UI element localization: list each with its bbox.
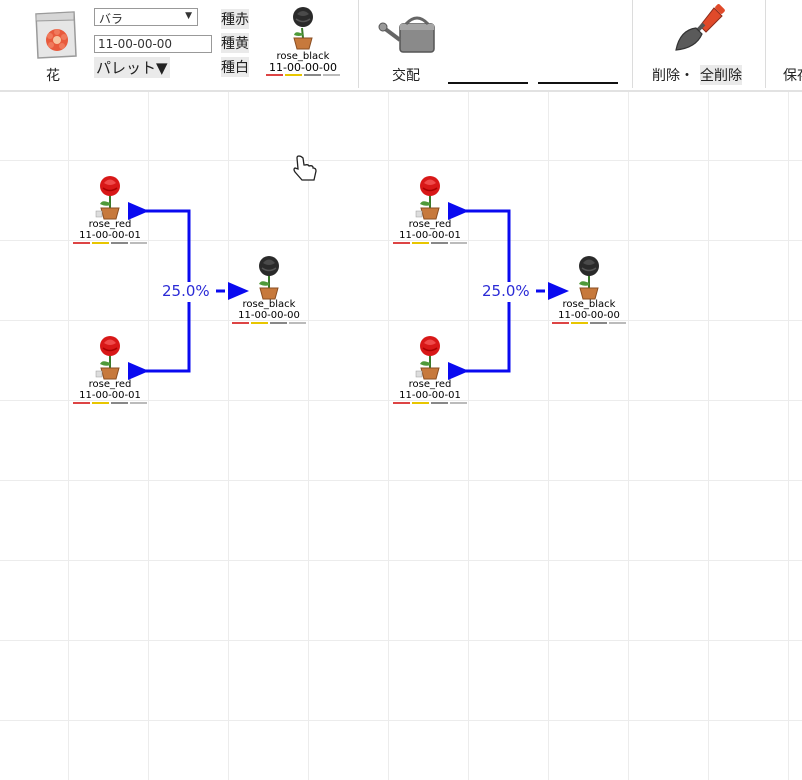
- flower-gene: 11-00-00-01: [399, 230, 461, 241]
- cross-probability: 25.0%: [162, 282, 210, 300]
- flower-gene: 11-00-00-01: [399, 390, 461, 401]
- flower-node[interactable]: rose_red 11-00-00-01: [390, 333, 470, 405]
- gene-bars: [549, 322, 629, 325]
- rose-black-icon: [579, 256, 599, 300]
- flower-node[interactable]: rose_red 11-00-00-01: [390, 173, 470, 245]
- flower-name: rose_red: [408, 379, 452, 390]
- rose-red-icon: [415, 176, 440, 220]
- rose-black-icon: [259, 256, 279, 300]
- rose-red-icon: [95, 176, 120, 220]
- rose-red-icon: [95, 336, 120, 380]
- flower-name: rose_black: [242, 299, 296, 310]
- cross-probability: 25.0%: [482, 282, 530, 300]
- flower-gene: 11-00-00-00: [558, 310, 620, 321]
- flower-gene: 11-00-00-00: [238, 310, 300, 321]
- flower-name: rose_red: [408, 219, 452, 230]
- flower-node[interactable]: rose_red 11-00-00-01: [70, 333, 150, 405]
- rose-red-icon: [415, 336, 440, 380]
- gene-bars: [390, 402, 470, 405]
- gene-bars: [70, 402, 150, 405]
- flower-node[interactable]: rose_black 11-00-00-00: [549, 253, 629, 325]
- flower-node[interactable]: rose_red 11-00-00-01: [70, 173, 150, 245]
- flower-name: rose_red: [88, 379, 132, 390]
- flower-node[interactable]: rose_black 11-00-00-00: [229, 253, 309, 325]
- gene-bars: [390, 242, 470, 245]
- flower-name: rose_black: [562, 299, 616, 310]
- flower-gene: 11-00-00-01: [79, 230, 141, 241]
- gene-bars: [229, 322, 309, 325]
- flower-name: rose_red: [88, 219, 132, 230]
- gene-bars: [70, 242, 150, 245]
- flower-gene: 11-00-00-01: [79, 390, 141, 401]
